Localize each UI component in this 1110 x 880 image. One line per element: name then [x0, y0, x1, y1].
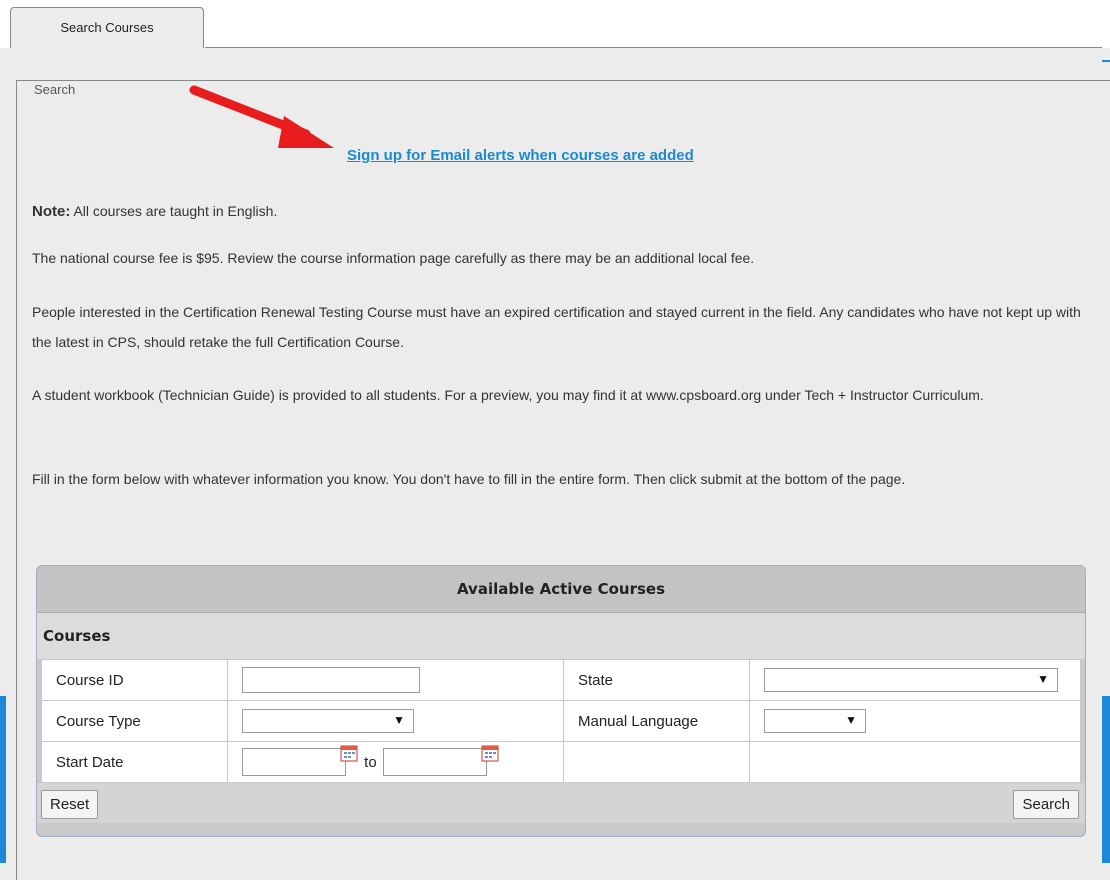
fee-paragraph: The national course fee is $95. Review t…	[32, 250, 755, 266]
state-cell: ▼	[749, 659, 1081, 701]
note-paragraph: Note: All courses are taught in English.	[32, 196, 1092, 227]
form-row: Course ID State ▼	[41, 659, 1081, 701]
courses-subheader: Courses	[37, 613, 1085, 659]
note-text: All courses are taught in English.	[70, 203, 278, 219]
chevron-down-icon: ▼	[393, 713, 405, 727]
calendar-icon[interactable]	[481, 744, 499, 762]
tab-strip: Search Courses	[0, 0, 1110, 48]
tab-search-courses[interactable]: Search Courses	[10, 7, 204, 48]
workbook-paragraph: A student workbook (Technician Guide) is…	[32, 387, 984, 403]
edge-accent	[0, 696, 6, 863]
course-id-input[interactable]	[242, 667, 420, 693]
start-date-from-input[interactable]	[242, 748, 346, 776]
form-footer: Reset Search	[37, 783, 1085, 823]
chevron-down-icon: ▼	[1037, 672, 1049, 686]
search-button[interactable]: Search	[1013, 790, 1079, 819]
form-instructions-paragraph: Fill in the form below with whatever inf…	[32, 471, 906, 487]
manual-language-label: Manual Language	[563, 700, 750, 742]
manual-language-cell: ▼	[749, 700, 1081, 742]
empty-cell	[563, 741, 750, 783]
course-type-cell: ▼	[227, 700, 564, 742]
calendar-icon[interactable]	[340, 744, 358, 762]
courses-form: Available Active Courses Courses Course …	[36, 565, 1086, 837]
manual-language-select[interactable]: ▼	[764, 709, 866, 733]
to-label: to	[364, 753, 377, 771]
courses-header: Available Active Courses	[37, 566, 1085, 613]
courses-form-table: Course ID State ▼ Course Type ▼ Manual L…	[41, 659, 1081, 783]
form-row: Start Date to	[41, 741, 1081, 783]
search-legend: Search	[30, 82, 80, 97]
start-date-label: Start Date	[41, 741, 228, 783]
start-date-to-input[interactable]	[382, 748, 487, 776]
renewal-paragraph: People interested in the Certification R…	[32, 304, 1081, 350]
edge-accent	[1102, 696, 1110, 863]
email-alerts-link[interactable]: Sign up for Email alerts when courses ar…	[347, 147, 694, 164]
course-id-label: Course ID	[41, 659, 228, 701]
reset-button[interactable]: Reset	[41, 790, 99, 819]
state-label: State	[563, 659, 750, 701]
form-row: Course Type ▼ Manual Language ▼	[41, 700, 1081, 742]
start-date-cell: to	[227, 741, 564, 783]
course-id-cell	[227, 659, 564, 701]
course-type-select[interactable]: ▼	[242, 709, 414, 733]
red-arrow-icon	[189, 85, 334, 148]
chevron-down-icon: ▼	[845, 713, 857, 727]
empty-cell	[749, 741, 1081, 783]
state-select[interactable]: ▼	[764, 668, 1058, 692]
note-label: Note:	[32, 203, 71, 220]
course-type-label: Course Type	[41, 700, 228, 742]
